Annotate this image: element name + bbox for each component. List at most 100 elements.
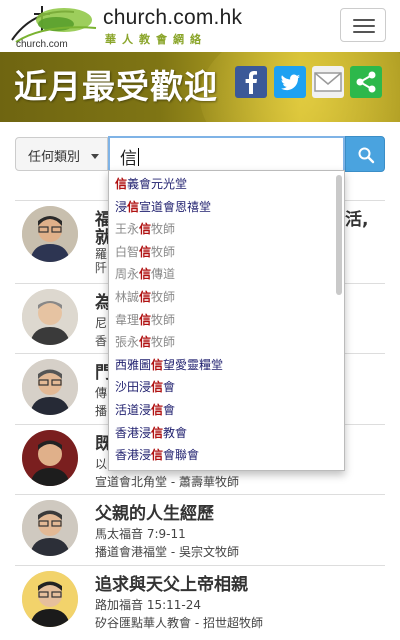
suggestion-match: 信 <box>151 357 164 372</box>
article-scripture: 路加福音 15:11-24 <box>95 598 201 612</box>
autocomplete-item[interactable]: 浸信宣道會恩禧堂 <box>109 194 344 217</box>
speaker-avatar <box>22 359 78 415</box>
autocomplete-item[interactable]: 白智信牧師 <box>109 239 344 262</box>
article-scripture: 以 <box>95 457 108 471</box>
suggestion-text: 浸 <box>115 199 128 214</box>
caret-down-icon <box>91 154 99 159</box>
speaker-avatar <box>22 289 78 345</box>
suggestion-match: 信 <box>151 448 164 463</box>
speaker-avatar <box>22 430 78 486</box>
article-item[interactable]: 追求與天父上帝相親 路加福音 15:11-24 矽谷匯點華人教會 - 招世超牧師 <box>15 565 385 636</box>
suggestion-text: 望愛靈糧堂 <box>163 357 224 372</box>
facebook-share-button[interactable] <box>235 66 267 98</box>
logo-text: church.com <box>16 39 68 50</box>
autocomplete-dropdown: 信義會元光堂 浸信宣道會恩禧堂 王永信牧師 白智信牧師 周永信傳道 林誠信牧師 韋理信牧師張… <box>108 170 345 471</box>
email-icon <box>314 72 342 92</box>
hamburger-icon <box>353 19 375 21</box>
share-button[interactable] <box>350 66 382 98</box>
autocomplete-item[interactable]: 香港浸信教會 <box>109 420 344 443</box>
suggestion-text: 會 <box>163 402 176 417</box>
suggestion-text: 周永 <box>115 267 140 282</box>
autocomplete-item[interactable]: 西雅圖信望愛靈糧堂 <box>109 352 344 375</box>
suggestion-text: 宣道會恩禧堂 <box>139 199 212 214</box>
article-item[interactable]: 父親的人生經歷 馬太福音 7:9-11 播道會港福堂 - 吳宗文牧師 <box>15 494 385 565</box>
hamburger-menu-button[interactable] <box>340 8 386 42</box>
article-scripture: 傳 <box>95 386 108 400</box>
autocomplete-item[interactable]: 信義會元光堂 <box>109 171 344 194</box>
suggestion-match: 信 <box>151 380 164 395</box>
search-button[interactable] <box>345 136 385 172</box>
suggestion-match: 信 <box>139 312 152 327</box>
suggestion-text: 張永 <box>115 335 140 350</box>
autocomplete-item[interactable]: 林誠信牧師 <box>109 284 344 307</box>
article-church: 宣道會北角堂 - 蕭壽華牧師 <box>95 475 239 489</box>
article-title: 追求與天父上帝相親 <box>95 575 248 595</box>
suggestion-match: 信 <box>151 402 164 417</box>
text-cursor <box>138 148 139 166</box>
speaker-avatar <box>22 571 78 627</box>
suggestion-text: 牧師 <box>151 222 176 237</box>
autocomplete-list: 信義會元光堂 浸信宣道會恩禧堂 王永信牧師 白智信牧師 周永信傳道 林誠信牧師 韋理信牧師張… <box>109 171 344 465</box>
autocomplete-item[interactable]: 張永信牧師 <box>109 329 344 352</box>
autocomplete-item[interactable]: 王永信牧師 <box>109 216 344 239</box>
suggestion-text: 牧師 <box>151 244 176 259</box>
suggestion-match: 信 <box>139 335 152 350</box>
article-scripture: 尼 <box>95 316 108 330</box>
suggestion-text: 西雅圖 <box>115 357 152 372</box>
share-icon <box>356 71 376 93</box>
article-scripture: 馬太福音 7:9-11 <box>95 527 186 541</box>
category-label: 任何類別 <box>28 150 81 165</box>
site-name[interactable]: church.com.hk <box>103 6 242 30</box>
autocomplete-item[interactable]: 香港浸信會聯會 <box>109 442 344 465</box>
suggestion-text: 牧師 <box>151 335 176 350</box>
search-icon <box>358 147 375 164</box>
suggestion-match: 信 <box>115 177 128 191</box>
search-input[interactable]: 信 <box>108 136 345 172</box>
article-church: 香 <box>95 334 108 348</box>
category-dropdown-button[interactable]: 任何類別 <box>15 137 108 171</box>
autocomplete-item[interactable]: 周永信傳道 <box>109 261 344 284</box>
suggestion-text: 活道浸 <box>115 402 152 417</box>
speaker-avatar <box>22 206 78 262</box>
article-church: 矽谷匯點華人教會 - 招世超牧師 <box>95 616 263 630</box>
popular-banner: 近月最受歡迎 <box>0 52 400 122</box>
article-church: 播道會港福堂 - 吳宗文牧師 <box>95 545 239 559</box>
suggestion-text: 教會 <box>163 425 188 440</box>
article-church: 阡 <box>95 261 108 275</box>
suggestion-text: 香港浸 <box>115 425 152 440</box>
suggestion-text: 沙田浸 <box>115 380 152 395</box>
suggestion-text: 會 <box>163 380 176 395</box>
suggestion-match: 信 <box>139 267 152 282</box>
suggestion-text: 白智 <box>115 244 140 259</box>
article-church: 播 <box>95 404 108 418</box>
twitter-share-button[interactable] <box>274 66 306 98</box>
suggestion-match: 信 <box>139 244 152 259</box>
page: church.com church.com.hk 華人教會網絡 近月最受歡迎 任… <box>0 0 400 640</box>
site-header: church.com church.com.hk 華人教會網絡 <box>0 0 400 52</box>
site-logo[interactable]: church.com <box>4 2 98 50</box>
site-subtitle: 華人教會網絡 <box>105 33 207 46</box>
email-share-button[interactable] <box>312 66 344 98</box>
banner-title: 近月最受歡迎 <box>14 67 218 106</box>
speaker-avatar <box>22 500 78 556</box>
suggestion-text: 王永 <box>115 222 140 237</box>
suggestion-match: 信 <box>139 222 152 237</box>
suggestion-match: 信 <box>151 425 164 440</box>
suggestion-match: 信 <box>139 289 152 304</box>
autocomplete-item[interactable]: 韋理信牧師 <box>109 307 344 330</box>
suggestion-match: 信 <box>127 199 140 214</box>
article-title: 父親的人生經歷 <box>95 504 214 524</box>
autocomplete-item[interactable]: 活道浸信會 <box>109 397 344 420</box>
facebook-icon <box>245 71 257 94</box>
suggestion-text: 會聯會 <box>163 448 200 463</box>
suggestion-text: 韋理 <box>115 312 140 327</box>
autocomplete-item[interactable]: 沙田浸信會 <box>109 374 344 397</box>
suggestion-text: 傳道 <box>151 267 176 282</box>
dropdown-scrollbar[interactable] <box>336 175 342 295</box>
suggestion-text: 林誠 <box>115 289 140 304</box>
twitter-icon <box>281 74 300 91</box>
suggestion-text: 牧師 <box>151 289 176 304</box>
suggestion-text: 義會元光堂 <box>127 177 188 191</box>
suggestion-text: 香港浸 <box>115 448 152 463</box>
suggestion-text: 牧師 <box>151 312 176 327</box>
